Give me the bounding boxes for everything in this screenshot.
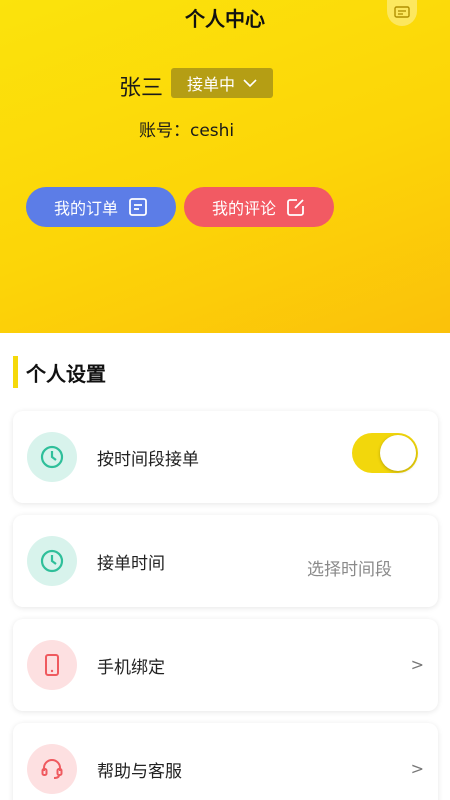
headset-icon [41, 759, 63, 779]
edit-icon [287, 199, 304, 216]
clock-icon [40, 445, 64, 469]
setting-card-phone-binding[interactable]: 手机绑定 > [13, 619, 438, 711]
setting-label: 按时间段接单 [97, 450, 199, 470]
profile-header: 个人中心 张三 接单中 账号：ceshi 我的订单 我的评论 [0, 0, 450, 333]
setting-card-help[interactable]: 帮助与客服 > [13, 723, 438, 800]
phone-icon [45, 654, 59, 676]
setting-label: 帮助与客服 [97, 762, 182, 782]
user-name: 张三 [119, 76, 164, 101]
document-icon [129, 198, 147, 216]
chevron-down-icon [243, 78, 257, 87]
time-slot-selector[interactable]: 选择时间段 [307, 555, 392, 580]
clock-icon-badge [27, 432, 77, 482]
toggle-knob [380, 435, 416, 471]
section-title: 个人设置 [26, 362, 106, 386]
chevron-right-icon: > [410, 655, 424, 674]
status-label: 接单中 [186, 75, 235, 94]
page-title: 个人中心 [185, 7, 265, 31]
headset-icon-badge [27, 744, 77, 794]
my-orders-button[interactable]: 我的订单 [26, 187, 176, 227]
account-label: 账号：ceshi [139, 121, 235, 141]
setting-label: 接单时间 [97, 554, 165, 574]
time-slot-toggle[interactable] [352, 433, 418, 473]
phone-icon-badge [27, 640, 77, 690]
setting-card-order-time[interactable]: 接单时间 选择时间段 [13, 515, 438, 607]
status-dropdown[interactable]: 接单中 [171, 68, 273, 98]
clock-icon [40, 549, 64, 573]
setting-label: 手机绑定 [97, 658, 165, 678]
message-icon [394, 6, 410, 18]
setting-card-time-slot-orders: 按时间段接单 [13, 411, 438, 503]
clock-icon-badge [27, 536, 77, 586]
my-orders-label: 我的订单 [53, 199, 118, 218]
section-accent-bar [13, 356, 18, 388]
my-reviews-button[interactable]: 我的评论 [184, 187, 334, 227]
chevron-right-icon: > [410, 759, 424, 778]
my-reviews-label: 我的评论 [211, 199, 276, 218]
